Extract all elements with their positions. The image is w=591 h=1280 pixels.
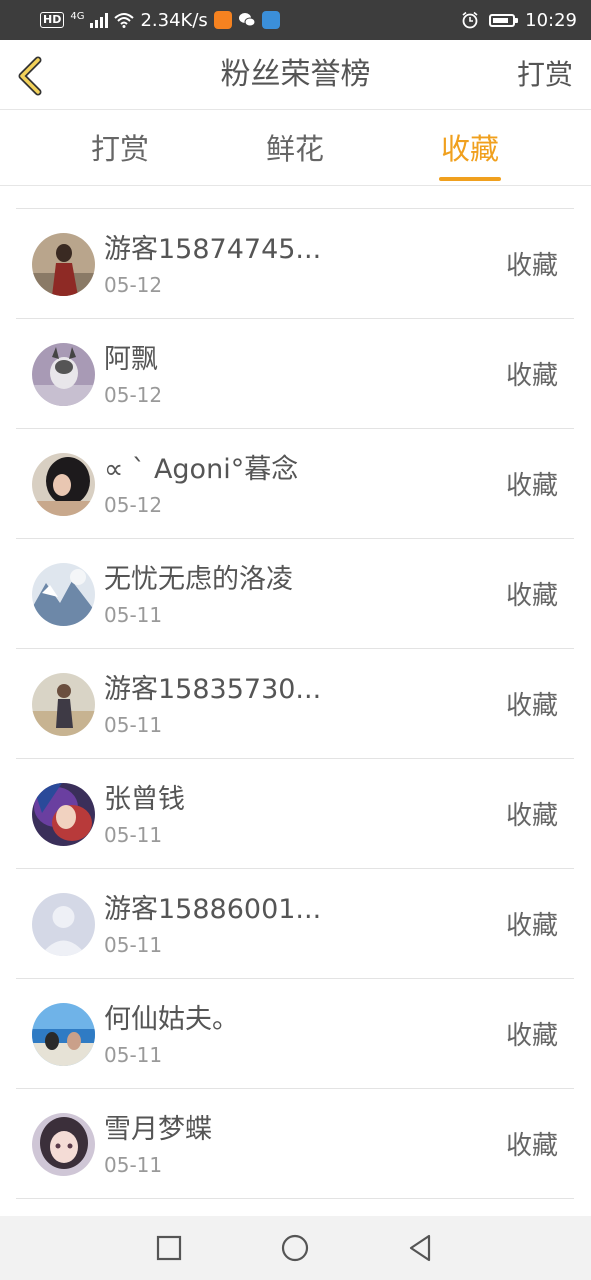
tab-favorites[interactable]: 收藏 (420, 110, 520, 186)
status-time: 10:29 (525, 9, 577, 31)
status-bar: HD 4G 2.34K/s 10:29 (0, 0, 591, 40)
avatar (32, 343, 95, 406)
action-label: 收藏 (505, 1021, 558, 1051)
date: 05-11 (104, 603, 163, 627)
date: 05-11 (104, 933, 163, 957)
user-name: ∝ ˋ Agoni°暮念 (104, 454, 299, 485)
action-label: 收藏 (505, 691, 558, 721)
list-item[interactable]: 游客15835730... 05-11 收藏 (16, 649, 574, 759)
system-nav-bar (0, 1216, 591, 1280)
user-name: 张曾钱 (104, 784, 185, 815)
network-type: 4G (70, 10, 85, 22)
user-name: 雪月梦蝶 (104, 1114, 212, 1145)
user-name: 何仙姑夫。 (104, 1004, 239, 1035)
fan-list: 游客15874745... 05-12 收藏 阿飘 05-12 收藏 ∝ ˋ A… (16, 208, 574, 1199)
list-item[interactable]: 游客15874745... 05-12 收藏 (16, 209, 574, 319)
action-label: 收藏 (505, 1131, 558, 1161)
avatar (32, 1113, 95, 1176)
date: 05-11 (104, 1153, 163, 1177)
active-tab-indicator (439, 177, 501, 181)
user-name: 游客15874745... (104, 234, 322, 265)
date: 05-11 (104, 713, 163, 737)
home-icon[interactable] (279, 1232, 311, 1264)
list-item[interactable]: 何仙姑夫。 05-11 收藏 (16, 979, 574, 1089)
avatar (32, 563, 95, 626)
recent-apps-icon[interactable] (153, 1232, 185, 1264)
alarm-icon (462, 11, 478, 29)
signal-icon (90, 12, 109, 28)
tab-reward[interactable]: 打赏 (70, 110, 170, 186)
date: 05-11 (104, 1043, 163, 1067)
battery-icon (489, 13, 519, 27)
action-label: 收藏 (505, 361, 558, 391)
tab-flowers[interactable]: 鲜花 (245, 110, 345, 186)
list-item[interactable]: ∝ ˋ Agoni°暮念 05-12 收藏 (16, 429, 574, 539)
user-name: 无忧无虑的洛凌 (104, 564, 293, 595)
date: 05-12 (104, 383, 163, 407)
list-item[interactable]: 雪月梦蝶 05-11 收藏 (16, 1089, 574, 1199)
wechat-icon (237, 11, 256, 29)
list-item[interactable]: 张曾钱 05-11 收藏 (16, 759, 574, 869)
nav-bar: 粉丝荣誉榜 打赏 (0, 40, 591, 110)
action-label: 收藏 (505, 581, 558, 611)
browser-app-icon (261, 11, 280, 29)
avatar (32, 453, 95, 516)
list-item[interactable]: 无忧无虑的洛凌 05-11 收藏 (16, 539, 574, 649)
list-item[interactable]: 阿飘 05-12 收藏 (16, 319, 574, 429)
user-name: 游客15886001... (104, 894, 322, 925)
page-title: 粉丝荣誉榜 (220, 57, 371, 92)
date: 05-11 (104, 823, 163, 847)
avatar (32, 893, 95, 956)
action-label: 收藏 (505, 251, 558, 281)
date: 05-12 (104, 493, 163, 517)
action-label: 收藏 (505, 911, 558, 941)
back-nav-icon[interactable] (405, 1232, 437, 1264)
reward-button[interactable]: 打赏 (517, 40, 573, 110)
avatar (32, 783, 95, 846)
action-label: 收藏 (505, 471, 558, 501)
hd-badge: HD (40, 12, 65, 28)
user-name: 阿飘 (104, 344, 158, 375)
list-item[interactable]: 游客15886001... 05-11 收藏 (16, 869, 574, 979)
date: 05-12 (104, 273, 163, 297)
tab-bar: 打赏 鲜花 收藏 (0, 110, 591, 186)
video-app-icon (213, 11, 232, 29)
user-name: 游客15835730... (104, 674, 322, 705)
wifi-icon (114, 13, 135, 28)
avatar (32, 1003, 95, 1066)
avatar (32, 233, 95, 296)
network-speed: 2.34K/s (140, 9, 208, 31)
avatar (32, 673, 95, 736)
action-label: 收藏 (505, 801, 558, 831)
